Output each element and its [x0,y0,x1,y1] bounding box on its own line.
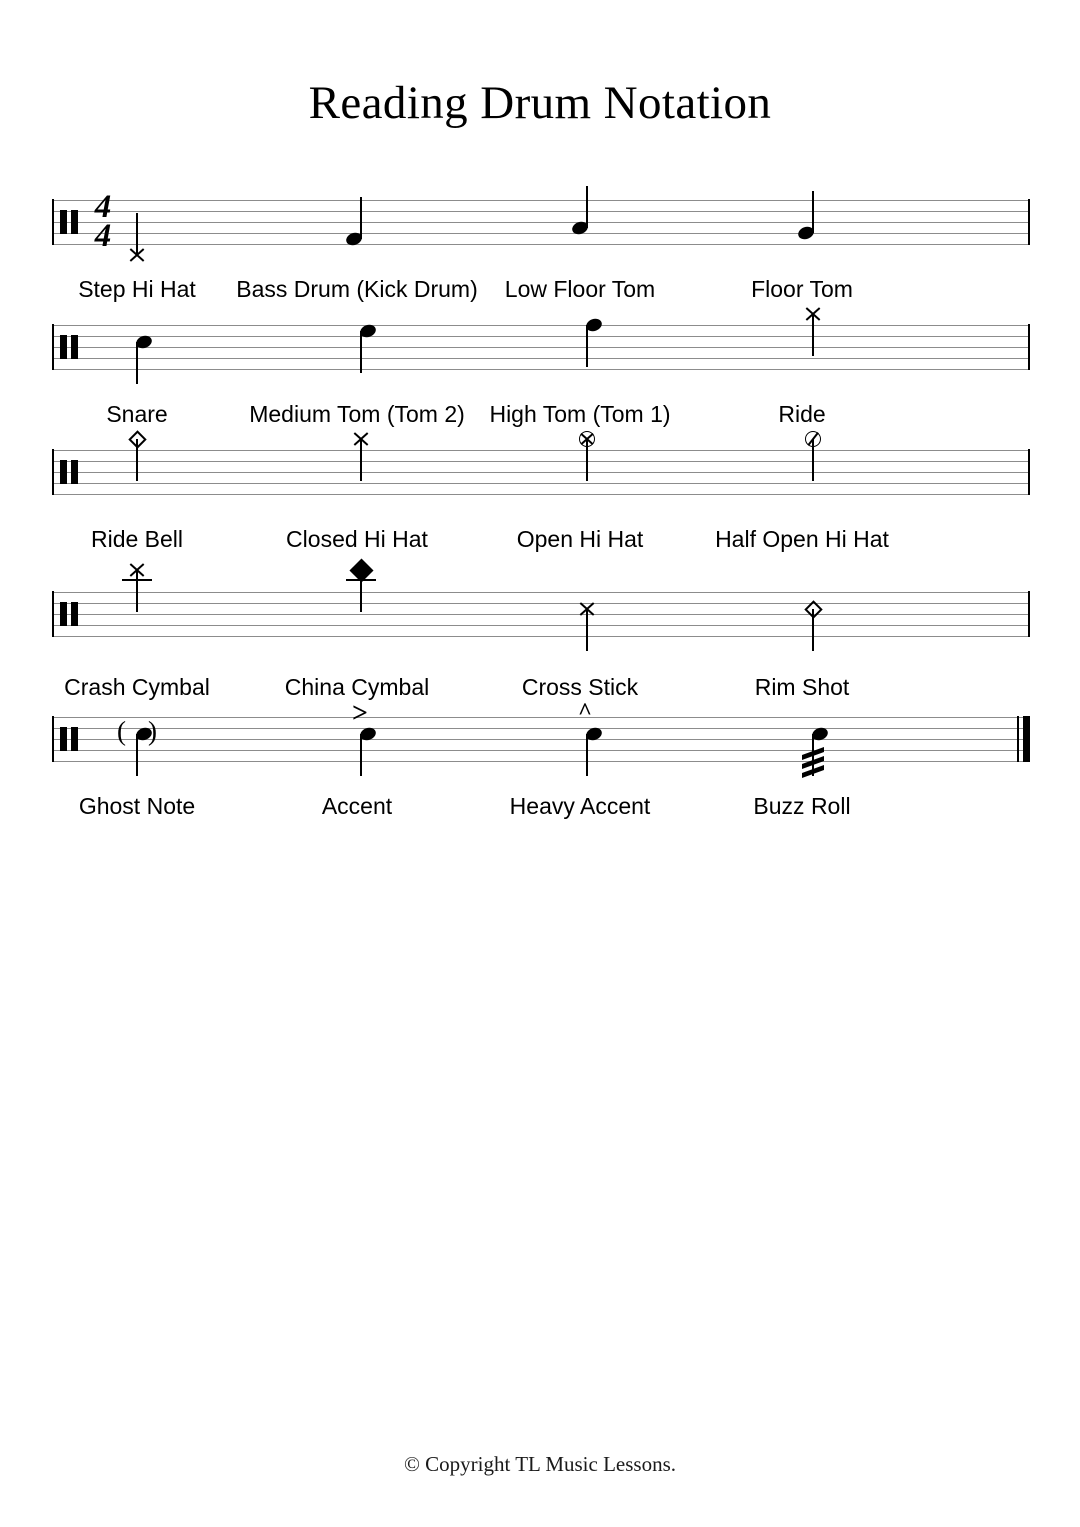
note-label: Crash Cymbal [64,674,210,700]
note-label: Buzz Roll [753,793,851,819]
staff-line [52,728,1030,729]
clef-bar [60,602,67,626]
staff-line [52,211,1030,212]
staff-line [52,233,1030,234]
clef-bar [71,460,78,484]
start-barline [52,199,54,245]
note-label: Floor Tom [751,276,853,302]
start-barline [52,716,54,762]
note-label: Ride Bell [90,526,184,552]
ledger-line [122,579,152,581]
staff-line [52,200,1030,201]
notehead-half-open-hihat-icon [805,431,821,447]
staff-line [52,603,1030,604]
staff-line [52,494,1030,495]
note-label: Open Hi Hat [516,526,644,552]
marcato-articulation: ^ [578,698,592,725]
end-barline [1028,324,1030,370]
score-sheet: 4 4 Step Hi Hat Bass Drum (Kick Drum) Low Fl… [0,0,1080,1527]
barline-thin [1017,716,1019,762]
clef-bar [60,210,67,234]
notehead-x-icon [804,305,822,323]
start-barline [52,324,54,370]
notehead-x-icon [352,430,370,448]
note-stem [136,341,138,384]
staff-lines [52,325,1030,370]
staff-line [52,739,1030,740]
staff-line [52,325,1030,326]
note-label: Bass Drum (Kick Drum) [236,276,478,302]
clef-bar [60,727,67,751]
note-label: Step Hi Hat [78,276,196,302]
barline-thick [1023,716,1030,762]
time-signature-denominator: 4 [94,218,112,254]
staff-line [52,347,1030,348]
staff-line [52,625,1030,626]
note-label: Accent [321,793,393,819]
staff-lines [52,200,1030,245]
end-barline [1028,199,1030,245]
staff-line [52,761,1030,762]
clef-bar [71,335,78,359]
note-stem [360,196,362,239]
ghost-note-paren-right: ) [148,715,157,746]
note-label: China Cymbal [284,674,430,700]
staff-line [52,358,1030,359]
end-barline [1028,591,1030,637]
staff-line [52,369,1030,370]
notehead-open-hihat-icon [579,431,595,447]
clef-bar [60,460,67,484]
staff-lines [52,450,1030,495]
copyright-notice: © Copyright TL Music Lessons. [403,1452,677,1476]
start-barline [52,591,54,637]
staff-line [52,614,1030,615]
note-label: Medium Tom (Tom 2) [249,401,465,427]
note-label: Heavy Accent [509,793,651,819]
staff-line [52,222,1030,223]
note-stem [586,733,588,776]
notehead-x-icon [128,561,146,579]
note-stem [812,191,814,233]
notehead-diamond-icon [128,430,147,449]
notehead-x-icon [128,246,146,264]
note-stem [360,733,362,776]
start-barline [52,449,54,495]
staff-line [52,472,1030,473]
staff-line [52,592,1030,593]
note-stem [586,325,588,367]
clef-bar [71,210,78,234]
end-barline [1028,449,1030,495]
note-label: Rim Shot [754,674,850,700]
note-stem [136,733,138,776]
staff-lines [52,592,1030,637]
note-label: Ghost Note [78,793,196,819]
staff-line [52,450,1030,451]
note-stem [360,330,362,373]
time-signature: 44 [88,191,118,254]
ghost-note-paren-left: ( [117,715,126,746]
staff-line [52,717,1030,718]
staff-line [52,244,1030,245]
note-label: Half Open Hi Hat [715,526,889,552]
staff-line [52,750,1030,751]
staff-line [52,483,1030,484]
note-label: Low Floor Tom [504,276,656,302]
staff-line [52,636,1030,637]
accent-articulation: > [352,697,368,729]
staff-lines [52,717,1030,762]
note-label: Closed Hi Hat [286,526,428,552]
note-label: Snare [106,401,168,427]
notehead-x-icon [578,600,596,618]
note-label: High Tom (Tom 1) [489,401,671,427]
staff-line [52,336,1030,337]
note-label: Ride [778,401,826,427]
note-stem [586,185,588,228]
clef-bar [71,727,78,751]
clef-bar [71,602,78,626]
staff-line [52,461,1030,462]
note-label: Cross Stick [521,674,639,700]
clef-bar [60,335,67,359]
